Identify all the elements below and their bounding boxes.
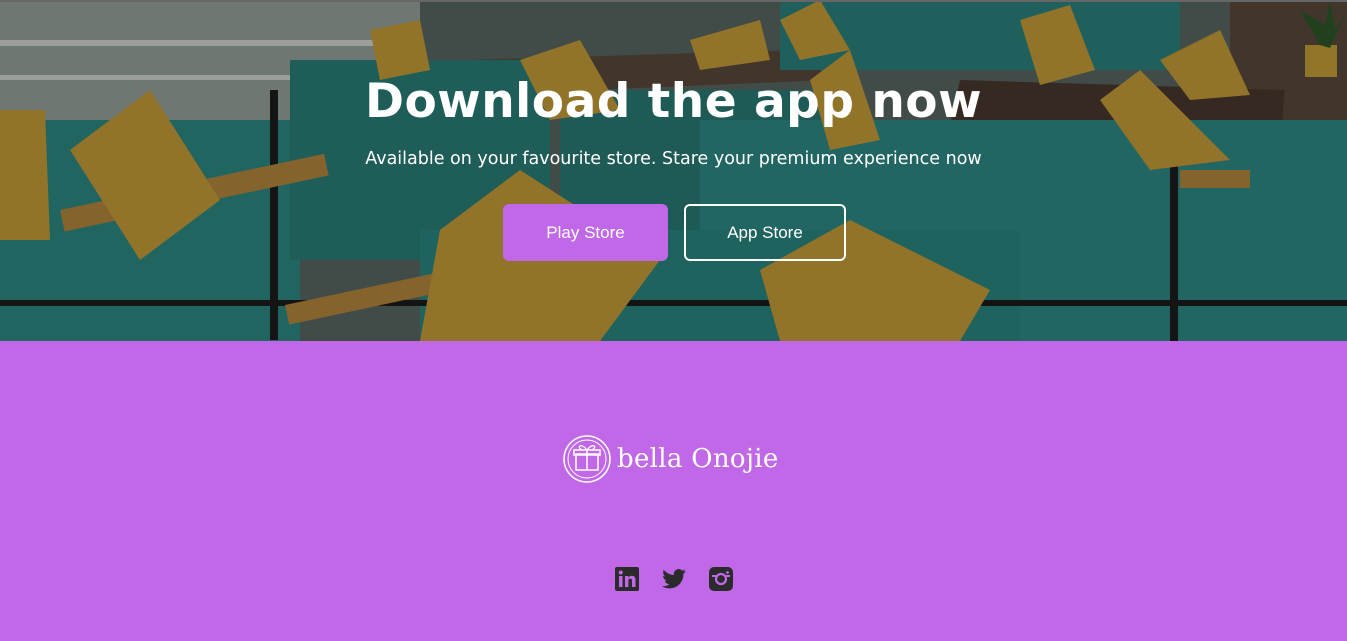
instagram-link[interactable] [708, 566, 734, 592]
hero-content: Download the app now Available on your f… [0, 0, 1347, 341]
twitter-icon [662, 569, 686, 589]
play-store-button[interactable]: Play Store [503, 204, 668, 261]
instagram-icon [709, 567, 733, 591]
hero-subtitle: Available on your favourite store. Stare… [365, 149, 982, 169]
linkedin-link[interactable] [614, 566, 640, 592]
linkedin-icon [615, 567, 639, 591]
twitter-link[interactable] [661, 566, 687, 592]
site-footer: bella Onojie [0, 341, 1347, 641]
brand-name: bella Onojie [617, 444, 779, 474]
social-links [614, 566, 734, 592]
download-hero: Download the app now Available on your f… [0, 0, 1347, 341]
gift-box-logo-icon [563, 435, 611, 483]
brand-logo-link[interactable]: bella Onojie [562, 434, 779, 484]
hero-title: Download the app now [364, 74, 982, 129]
app-store-button[interactable]: App Store [684, 204, 846, 261]
